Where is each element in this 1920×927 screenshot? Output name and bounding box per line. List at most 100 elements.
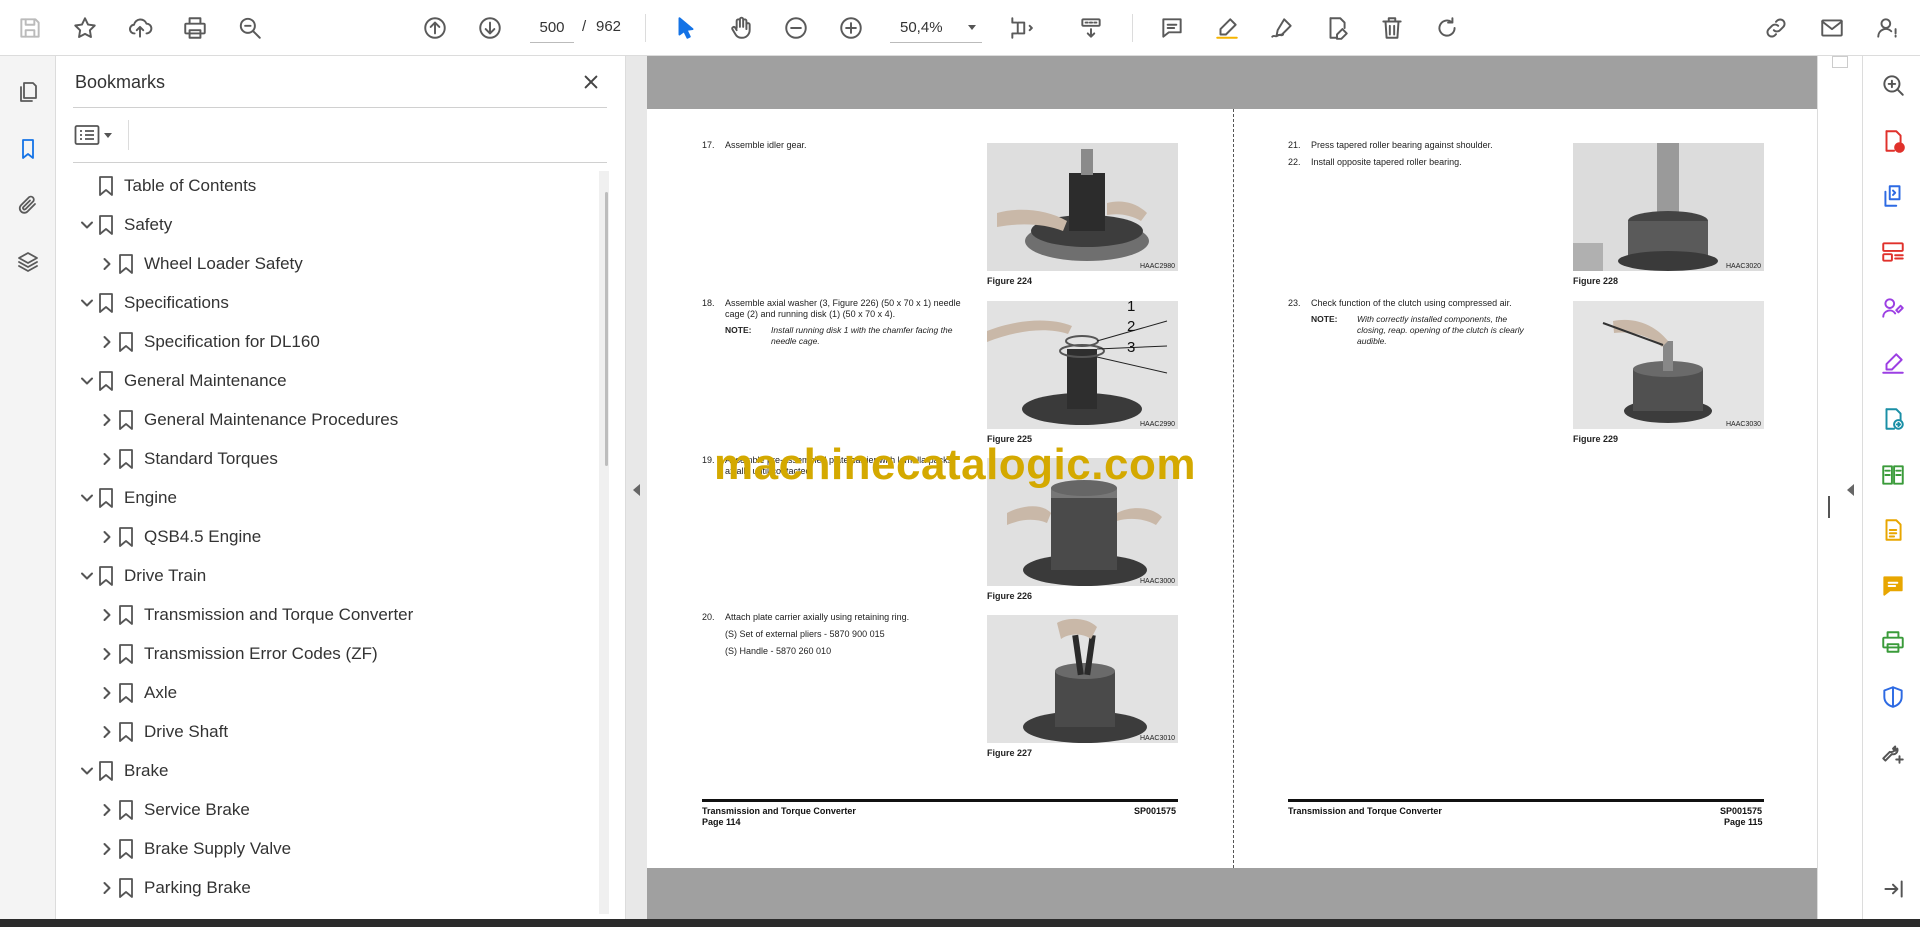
toolbar-divider xyxy=(1132,14,1133,42)
bookmarks-icon[interactable] xyxy=(10,131,46,167)
bookmark-item[interactable]: Axle xyxy=(56,674,596,712)
zoom-in-icon[interactable] xyxy=(833,10,869,46)
chevron-right-icon[interactable] xyxy=(98,606,116,624)
print-icon[interactable] xyxy=(177,10,213,46)
bookmark-item[interactable]: Safety xyxy=(56,206,596,244)
chevron-right-icon[interactable] xyxy=(98,879,116,897)
print-production-icon[interactable] xyxy=(1878,627,1908,657)
bookmark-item[interactable]: Parking Brake xyxy=(56,869,596,907)
expand-panel-icon[interactable] xyxy=(1878,874,1908,904)
fill-sign-icon[interactable] xyxy=(1878,293,1908,323)
page-down-icon[interactable] xyxy=(472,10,508,46)
hand-icon[interactable] xyxy=(723,10,759,46)
bookmark-icon xyxy=(98,565,114,587)
document-scrollbar-top[interactable] xyxy=(1832,56,1848,68)
bookmarks-scroll-thumb[interactable] xyxy=(605,192,608,466)
bookmark-item[interactable]: Brake Supply Valve xyxy=(56,830,596,868)
layers-icon[interactable] xyxy=(10,244,46,280)
chevron-right-icon[interactable] xyxy=(98,255,116,273)
chevron-down-icon[interactable] xyxy=(78,567,96,585)
bookmark-item[interactable]: General Maintenance xyxy=(56,362,596,400)
chevron-right-icon[interactable] xyxy=(98,801,116,819)
sign-icon[interactable] xyxy=(1264,10,1300,46)
page-up-icon[interactable] xyxy=(417,10,453,46)
chevron-right-icon[interactable] xyxy=(98,840,116,858)
step-text: Assemble idler gear. xyxy=(725,140,807,150)
bookmark-item[interactable]: Transmission and Torque Converter xyxy=(56,596,596,634)
fit-page-icon[interactable] xyxy=(1003,10,1039,46)
step-number: 23. xyxy=(1288,298,1301,308)
chevron-down-icon[interactable] xyxy=(78,294,96,312)
edit-icon[interactable] xyxy=(1878,348,1908,378)
bookmark-item[interactable]: Drive Shaft xyxy=(56,713,596,751)
delete-icon[interactable] xyxy=(1374,10,1410,46)
scroll-mode-icon[interactable] xyxy=(1073,10,1109,46)
bookmark-item[interactable]: Engine xyxy=(56,479,596,517)
bookmark-item[interactable]: General Maintenance Procedures xyxy=(56,401,596,439)
bookmark-icon xyxy=(118,877,134,899)
bookmark-options-button[interactable] xyxy=(74,118,120,152)
bookmark-item[interactable]: Transmission Error Codes (ZF) xyxy=(56,635,596,673)
collapse-right-panel-handle[interactable] xyxy=(1843,478,1859,502)
export-pdf-icon[interactable] xyxy=(1878,126,1908,156)
comment-tool-icon[interactable] xyxy=(1878,571,1908,601)
send-review-icon[interactable] xyxy=(1878,404,1908,434)
bookmark-icon xyxy=(98,760,114,782)
zoom-search-icon[interactable] xyxy=(232,10,268,46)
chevron-right-icon[interactable] xyxy=(98,684,116,702)
footer-document-code: SP001575 xyxy=(1720,806,1763,816)
chevron-right-icon[interactable] xyxy=(98,333,116,351)
protect-icon[interactable] xyxy=(1878,682,1908,712)
bookmark-item[interactable]: Table of Contents xyxy=(56,167,596,205)
organize-pages-icon[interactable] xyxy=(1878,237,1908,267)
note-label: NOTE: xyxy=(1311,314,1338,324)
edit-pdf-icon[interactable] xyxy=(1319,10,1355,46)
account-icon[interactable] xyxy=(1870,10,1906,46)
highlight-icon[interactable] xyxy=(1209,10,1245,46)
footer-document-code: SP001575 xyxy=(1134,806,1177,816)
bookmark-item[interactable]: Drive Train xyxy=(56,557,596,595)
note-text: Install running disk 1 with the chamfer … xyxy=(771,325,953,335)
bookmark-item[interactable]: Wheel Loader Safety xyxy=(56,245,596,283)
bookmark-item[interactable]: Brake xyxy=(56,752,596,790)
chevron-down-icon[interactable] xyxy=(78,762,96,780)
search-tool-icon[interactable] xyxy=(1878,70,1908,100)
export-icon[interactable] xyxy=(1878,515,1908,545)
save-icon[interactable] xyxy=(12,10,48,46)
panel-divider xyxy=(128,120,129,150)
star-icon[interactable] xyxy=(67,10,103,46)
figure-callout: 1 xyxy=(1127,298,1136,315)
bookmark-item[interactable]: Standard Torques xyxy=(56,440,596,478)
close-icon[interactable] xyxy=(577,68,605,96)
chevron-right-icon[interactable] xyxy=(98,645,116,663)
share-link-icon[interactable] xyxy=(1758,10,1794,46)
comment-icon[interactable] xyxy=(1154,10,1190,46)
attachments-icon[interactable] xyxy=(10,187,46,223)
create-pdf-icon[interactable] xyxy=(1878,181,1908,211)
chevron-right-icon[interactable] xyxy=(98,450,116,468)
chevron-down-icon[interactable] xyxy=(78,216,96,234)
page-thumbnails-icon[interactable] xyxy=(10,74,46,110)
chevron-right-icon[interactable] xyxy=(98,528,116,546)
chevron-down-icon[interactable] xyxy=(78,489,96,507)
chevron-down-icon[interactable] xyxy=(78,372,96,390)
figure-code: HAAC2980 xyxy=(1140,263,1176,270)
more-tools-icon[interactable] xyxy=(1878,738,1908,768)
chevron-right-icon[interactable] xyxy=(98,411,116,429)
zoom-level-dropdown[interactable]: 50,4% xyxy=(890,13,982,43)
bookmark-item[interactable]: Specification for DL160 xyxy=(56,323,596,361)
mail-icon[interactable] xyxy=(1814,10,1850,46)
bookmark-item[interactable]: Specifications xyxy=(56,284,596,322)
upload-icon[interactable] xyxy=(122,10,158,46)
list-options-icon xyxy=(74,125,100,145)
collapse-left-panel-handle[interactable] xyxy=(629,478,645,502)
bookmark-item[interactable]: Service Brake xyxy=(56,791,596,829)
zoom-out-icon[interactable] xyxy=(778,10,814,46)
compare-icon[interactable] xyxy=(1878,460,1908,490)
document-scroll-indicator[interactable] xyxy=(1828,496,1830,518)
select-cursor-icon[interactable] xyxy=(668,10,704,46)
chevron-right-icon[interactable] xyxy=(98,723,116,741)
bookmark-item[interactable]: QSB4.5 Engine xyxy=(56,518,596,556)
page-number-input[interactable] xyxy=(530,13,574,43)
rotate-icon[interactable] xyxy=(1429,10,1465,46)
